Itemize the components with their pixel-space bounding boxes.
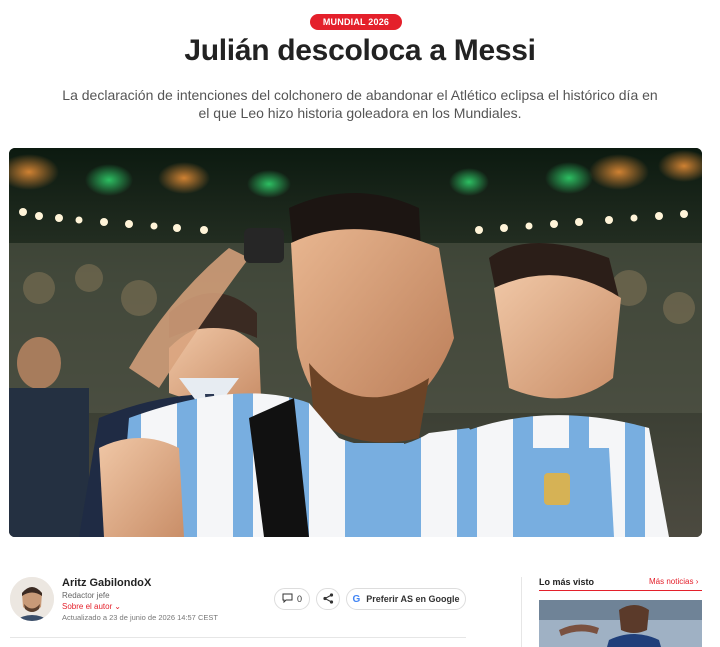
section-badge[interactable]: MUNDIAL 2026: [310, 14, 402, 30]
x-logo-icon[interactable]: X: [144, 577, 151, 589]
author-role: Redactor jefe: [62, 591, 110, 600]
comment-count: 0: [296, 594, 302, 604]
prefer-google-label: Preferir AS en Google: [366, 594, 460, 604]
updated-timestamp: Actualizado a 23 de junio de 2026 14:57 …: [62, 613, 218, 622]
column-divider: [521, 577, 522, 647]
more-news-label: Más noticias: [649, 577, 694, 586]
most-seen-heading: Lo más visto: [539, 577, 595, 587]
article-title: Julián descoloca a Messi: [184, 34, 536, 67]
chevron-down-icon: ⌄: [114, 602, 121, 611]
sidebar-accent-rule: [539, 590, 702, 591]
chevron-right-icon: ›: [693, 577, 699, 586]
most-seen-thumbnail[interactable]: [539, 600, 702, 647]
article-subtitle: La declaración de intenciones del colcho…: [62, 87, 658, 121]
comments-button[interactable]: 0: [274, 588, 310, 610]
comment-icon: [282, 593, 293, 605]
about-author-link[interactable]: Sobre el autor ⌄: [62, 602, 121, 611]
hero-photo: [9, 148, 702, 537]
more-news-link[interactable]: Más noticias ›: [649, 577, 698, 586]
share-button[interactable]: [316, 588, 340, 610]
share-icon: [322, 592, 334, 606]
divider: [10, 637, 466, 638]
author-avatar[interactable]: [10, 577, 54, 621]
google-icon: G: [352, 593, 361, 605]
prefer-google-button[interactable]: G Preferir AS en Google: [346, 588, 466, 610]
author-name[interactable]: Aritz Gabilondo: [62, 577, 144, 589]
about-author-label: Sobre el autor: [62, 602, 113, 611]
